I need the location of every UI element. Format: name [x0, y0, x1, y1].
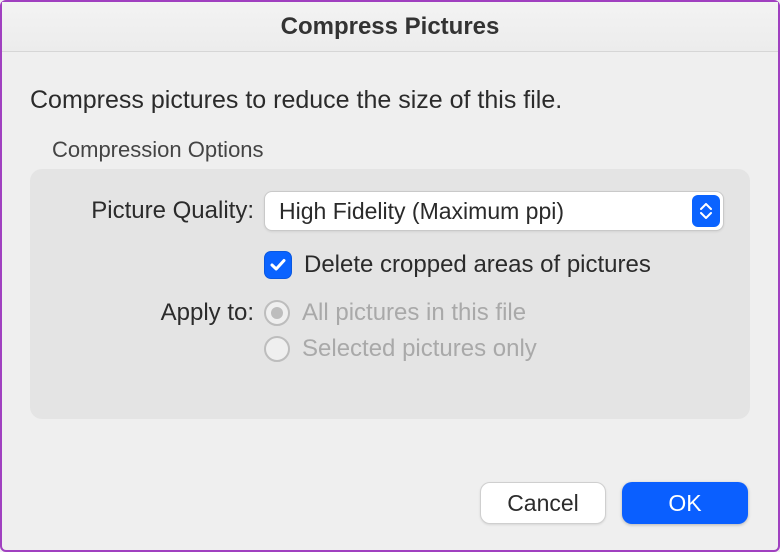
apply-to-option-selected: Selected pictures only — [302, 335, 537, 363]
dialog-intro-text: Compress pictures to reduce the size of … — [30, 86, 750, 115]
picture-quality-row: Picture Quality: High Fidelity (Maximum … — [56, 191, 724, 231]
apply-to-radio-all[interactable] — [264, 300, 290, 326]
dialog-titlebar: Compress Pictures — [2, 2, 778, 52]
cancel-button[interactable]: Cancel — [480, 482, 606, 524]
picture-quality-label: Picture Quality: — [56, 197, 264, 225]
delete-cropped-checkbox[interactable] — [264, 251, 292, 279]
ok-button[interactable]: OK — [622, 482, 748, 524]
delete-cropped-row: Delete cropped areas of pictures — [56, 251, 724, 279]
select-stepper-icon — [692, 195, 720, 227]
apply-to-row-2: Selected pictures only — [56, 335, 724, 363]
apply-to-row-1: Apply to: All pictures in this file — [56, 299, 724, 327]
groupbox-legend: Compression Options — [52, 137, 750, 163]
delete-cropped-label: Delete cropped areas of pictures — [304, 251, 651, 279]
dialog-title: Compress Pictures — [281, 13, 500, 41]
picture-quality-value: High Fidelity (Maximum ppi) — [279, 198, 564, 225]
apply-to-label: Apply to: — [56, 299, 264, 327]
dialog-content: Compress pictures to reduce the size of … — [2, 52, 778, 419]
dialog-footer: Cancel OK — [480, 482, 748, 524]
picture-quality-select[interactable]: High Fidelity (Maximum ppi) — [264, 191, 724, 231]
compression-options-group: Picture Quality: High Fidelity (Maximum … — [30, 169, 750, 419]
apply-to-option-all: All pictures in this file — [302, 299, 526, 327]
apply-to-radio-selected[interactable] — [264, 336, 290, 362]
